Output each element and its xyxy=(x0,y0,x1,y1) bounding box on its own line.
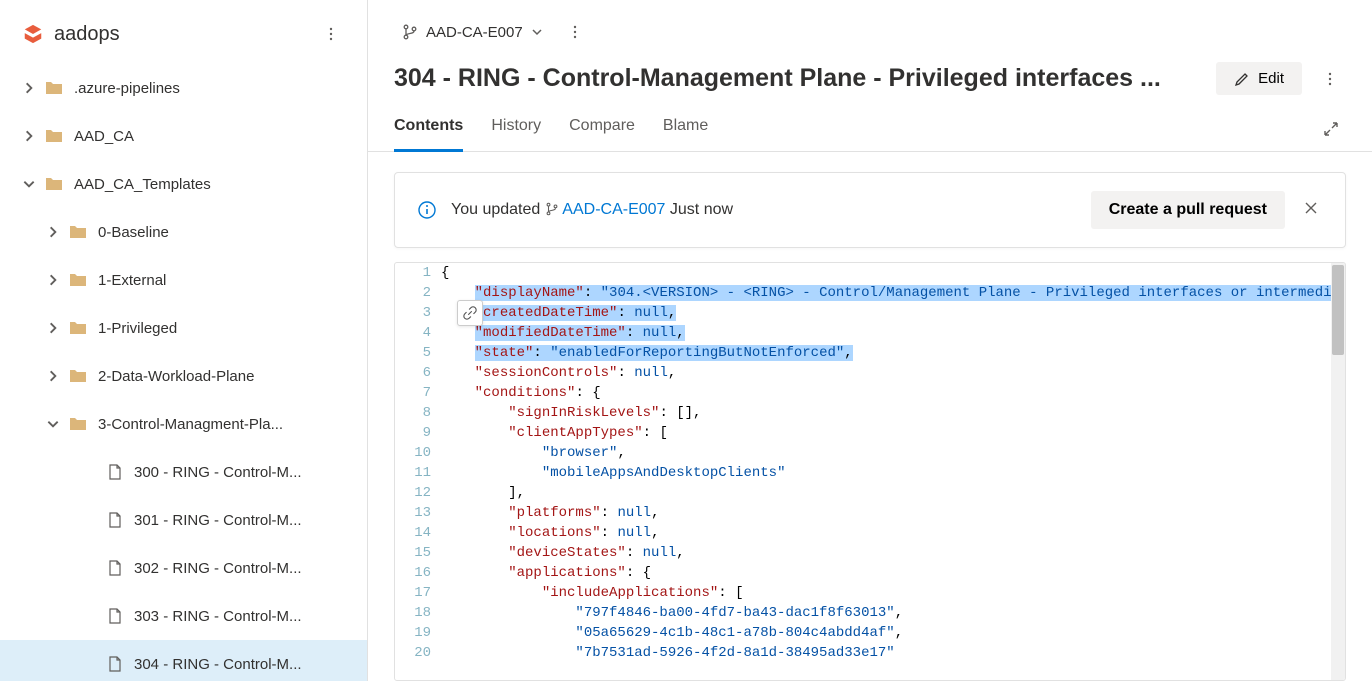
tree-label: 0-Baseline xyxy=(98,224,169,241)
file-item[interactable]: 304 - RING - Control-M... xyxy=(0,640,367,681)
file-item[interactable]: 300 - RING - Control-M... xyxy=(0,448,367,496)
more-vertical-icon xyxy=(1322,71,1338,87)
tab-blame[interactable]: Blame xyxy=(663,109,708,152)
code-line[interactable]: 17 "includeApplications": [ xyxy=(395,583,1345,603)
code-line[interactable]: 9 "clientAppTypes": [ xyxy=(395,423,1345,443)
code-line[interactable]: 15 "deviceStates": null, xyxy=(395,543,1345,563)
file-item[interactable]: 301 - RING - Control-M... xyxy=(0,496,367,544)
expand-button[interactable] xyxy=(1316,114,1346,147)
tab-compare[interactable]: Compare xyxy=(569,109,635,152)
repo-more-button[interactable] xyxy=(315,18,347,50)
pencil-icon xyxy=(1234,71,1250,87)
tree-label: 300 - RING - Control-M... xyxy=(134,464,302,481)
code-line[interactable]: 19 "05a65629-4c1b-48c1-a78b-804c4abdd4af… xyxy=(395,623,1345,643)
editor-scrollbar-thumb[interactable] xyxy=(1332,265,1344,355)
tree-label: 2-Data-Workload-Plane xyxy=(98,368,254,385)
file-item[interactable]: 303 - RING - Control-M... xyxy=(0,592,367,640)
tree-label: 302 - RING - Control-M... xyxy=(134,560,302,577)
folder-item[interactable]: .azure-pipelines xyxy=(0,64,367,112)
code-line[interactable]: 13 "platforms": null, xyxy=(395,503,1345,523)
page-title: 304 - RING - Control-Management Plane - … xyxy=(394,64,1204,93)
code-line[interactable]: 14 "locations": null, xyxy=(395,523,1345,543)
tree-label: AAD_CA xyxy=(74,128,134,145)
branch-bar: AAD-CA-E007 xyxy=(368,0,1372,54)
code-line[interactable]: 8 "signInRiskLevels": [], xyxy=(395,403,1345,423)
branch-more-button[interactable] xyxy=(559,16,591,48)
code-line[interactable]: 4 "modifiedDateTime": null, xyxy=(395,323,1345,343)
branch-name: AAD-CA-E007 xyxy=(426,24,523,41)
close-notice-button[interactable] xyxy=(1299,196,1323,225)
title-row: 304 - RING - Control-Management Plane - … xyxy=(368,54,1372,99)
close-icon xyxy=(1303,200,1319,216)
edit-button[interactable]: Edit xyxy=(1216,62,1302,95)
code-line[interactable]: 10 "browser", xyxy=(395,443,1345,463)
chevron-down-icon xyxy=(531,26,543,38)
branch-selector[interactable]: AAD-CA-E007 xyxy=(394,18,551,47)
folder-item[interactable]: AAD_CA_Templates xyxy=(0,160,367,208)
update-notice: You updated AAD-CA-E007 Just now Create … xyxy=(394,172,1346,248)
expand-icon xyxy=(1322,120,1340,138)
code-line[interactable]: 18 "797f4846-ba00-4fd7-ba43-dac1f8f63013… xyxy=(395,603,1345,623)
folder-item[interactable]: 0-Baseline xyxy=(0,208,367,256)
file-tree: .azure-pipelines AAD_CA AAD_CA_Templates 0-… xyxy=(0,64,367,681)
file-tabs: Contents History Compare Blame xyxy=(368,99,1372,152)
editor-scrollbar[interactable] xyxy=(1331,263,1345,680)
more-vertical-icon xyxy=(323,26,339,42)
tree-label: AAD_CA_Templates xyxy=(74,176,211,193)
file-explorer: aadops .azure-pipelines AAD_CA AAD_CA_Temp… xyxy=(0,0,368,681)
tab-contents[interactable]: Contents xyxy=(394,109,463,152)
folder-item[interactable]: 1-Privileged xyxy=(0,304,367,352)
page-more-button[interactable] xyxy=(1314,63,1346,95)
create-pr-button[interactable]: Create a pull request xyxy=(1091,191,1285,229)
tree-label: 1-Privileged xyxy=(98,320,177,337)
code-line[interactable]: 7 "conditions": { xyxy=(395,383,1345,403)
branch-icon xyxy=(545,202,559,216)
link-widget[interactable] xyxy=(457,300,483,326)
folder-item[interactable]: 2-Data-Workload-Plane xyxy=(0,352,367,400)
tab-history[interactable]: History xyxy=(491,109,541,152)
tree-label: 304 - RING - Control-M... xyxy=(134,656,302,673)
main-pane: AAD-CA-E007 304 - RING - Control-Managem… xyxy=(368,0,1372,681)
tree-label: 301 - RING - Control-M... xyxy=(134,512,302,529)
more-vertical-icon xyxy=(567,24,583,40)
notice-text: You updated AAD-CA-E007 Just now xyxy=(451,201,1077,219)
file-item[interactable]: 302 - RING - Control-M... xyxy=(0,544,367,592)
tree-label: .azure-pipelines xyxy=(74,80,180,97)
tree-label: 3-Control-Managment-Pla... xyxy=(98,416,283,433)
tree-label: 303 - RING - Control-M... xyxy=(134,608,302,625)
code-line[interactable]: 3 "createdDateTime": null, xyxy=(395,303,1345,323)
code-line[interactable]: 11 "mobileAppsAndDesktopClients" xyxy=(395,463,1345,483)
folder-item[interactable]: 3-Control-Managment-Pla... xyxy=(0,400,367,448)
branch-icon xyxy=(402,24,418,40)
folder-item[interactable]: AAD_CA xyxy=(0,112,367,160)
code-line[interactable]: 1{ xyxy=(395,263,1345,283)
notice-branch-link[interactable]: AAD-CA-E007 xyxy=(562,201,665,218)
code-line[interactable]: 5 "state": "enabledForReportingButNotEnf… xyxy=(395,343,1345,363)
link-icon xyxy=(463,306,477,320)
folder-item[interactable]: 1-External xyxy=(0,256,367,304)
repo-name[interactable]: aadops xyxy=(54,23,315,46)
code-line[interactable]: 20 "7b7531ad-5926-4f2d-8a1d-38495ad33e17… xyxy=(395,643,1345,663)
tree-label: 1-External xyxy=(98,272,166,289)
code-line[interactable]: 2 "displayName": "304.<VERSION> - <RING>… xyxy=(395,283,1345,303)
code-editor[interactable]: 1{2 "displayName": "304.<VERSION> - <RIN… xyxy=(394,262,1346,681)
code-line[interactable]: 6 "sessionControls": null, xyxy=(395,363,1345,383)
info-icon xyxy=(417,200,437,220)
repo-icon xyxy=(22,23,44,45)
repo-header: aadops xyxy=(0,12,367,64)
code-line[interactable]: 16 "applications": { xyxy=(395,563,1345,583)
code-line[interactable]: 12 ], xyxy=(395,483,1345,503)
